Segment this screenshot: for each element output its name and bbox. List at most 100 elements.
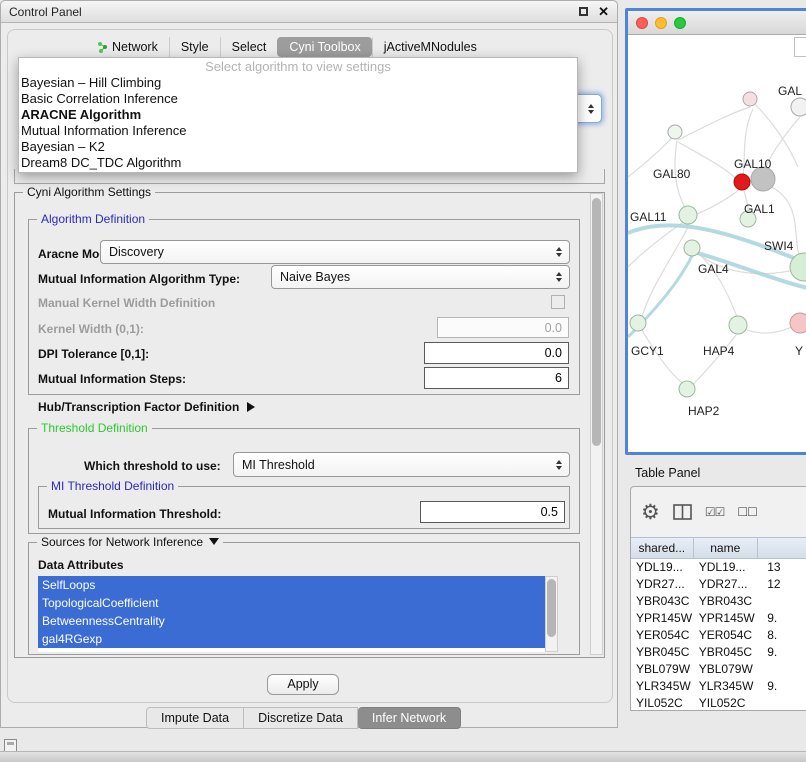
table-row[interactable]: YBR043C YBR043C (631, 593, 806, 610)
cell (758, 661, 806, 678)
columns-icon[interactable] (673, 504, 692, 520)
tab-cyni-toolbox[interactable]: Cyni Toolbox (277, 37, 371, 57)
table-row[interactable]: YPR145W YPR145W 9. (631, 610, 806, 627)
which-threshold-label: Which threshold to use: (84, 459, 221, 473)
cell: YBL079W (631, 661, 694, 678)
aracne-mode-combobox[interactable]: Discovery (100, 240, 570, 264)
minimize-traffic-light-icon[interactable] (655, 17, 667, 29)
float-window-icon[interactable] (579, 7, 588, 16)
mi-type-combobox[interactable]: Naive Bayes (271, 265, 570, 289)
column-header[interactable]: shared... (631, 538, 694, 558)
list-item[interactable]: SelfLoops (38, 576, 545, 594)
node-label: GCY1 (631, 344, 664, 358)
kernel-width-field[interactable] (437, 317, 569, 338)
close-icon[interactable]: ✕ (598, 4, 609, 20)
network-node-gcy1[interactable] (630, 315, 646, 331)
combo-arrows-icon (556, 272, 562, 282)
unchecked-boxes-icon[interactable]: ☐☐ (737, 505, 757, 519)
node-label: Y (795, 344, 803, 358)
settings-scrollbar[interactable] (590, 193, 603, 655)
combo-value: MI Threshold (242, 458, 315, 472)
column-header[interactable]: name (694, 538, 758, 558)
tab-label: Style (181, 40, 209, 54)
table-row[interactable]: YDL19... YDL19... 13 (631, 559, 806, 576)
cell: YBR043C (631, 593, 694, 610)
attributes-scrollbar-thumb[interactable] (547, 579, 556, 637)
apply-button[interactable]: Apply (267, 674, 339, 695)
list-item[interactable]: BetweennessCentrality (38, 612, 545, 630)
mi-steps-field[interactable] (424, 367, 569, 389)
tab-select[interactable]: Select (220, 37, 278, 57)
cell: YER054C (631, 627, 694, 644)
tab-network[interactable]: Network (86, 37, 169, 57)
node-label: GAL80 (653, 167, 691, 181)
cell: YDL19... (694, 559, 759, 576)
tab-jactivemnodules[interactable]: jActiveMNodules (372, 37, 488, 57)
cell: YER054C (694, 627, 759, 644)
dropdown-item[interactable]: Dream8 DC_TDC Algorithm (19, 155, 577, 171)
network-node[interactable] (743, 92, 757, 106)
table-row[interactable]: YBL079W YBL079W (631, 661, 806, 678)
cell: YBL079W (694, 661, 759, 678)
tab-label: Select (232, 40, 267, 54)
network-view-window: GAL GAL80 GAL10 GAL11 GAL1 SWI4 GAL4 GCY… (625, 8, 806, 455)
checked-boxes-icon[interactable]: ☑☑ (705, 505, 725, 519)
network-node[interactable] (668, 125, 682, 139)
control-panel-titlebar: Control Panel ✕ (1, 1, 617, 23)
list-item[interactable]: TopologicalCoefficient (38, 594, 545, 612)
bottom-tabs: Impute Data Discretize Data Infer Networ… (146, 707, 461, 729)
attributes-scrollbar[interactable] (545, 576, 558, 652)
gear-icon[interactable]: ⚙ (641, 500, 660, 524)
dropdown-item[interactable]: Bayesian – K2 (19, 139, 577, 155)
network-node-hap4[interactable] (729, 316, 747, 334)
network-node-gal11[interactable] (679, 206, 697, 224)
cell: YLR345W (631, 678, 694, 695)
group-title: Sources for Network Inference (41, 535, 203, 549)
status-bar (0, 751, 806, 762)
network-node-gal4[interactable] (684, 240, 700, 256)
tab-infer-network[interactable]: Infer Network (358, 707, 461, 729)
table-row[interactable]: YIL052C YIL052C (631, 695, 806, 711)
dropdown-item[interactable]: Basic Correlation Inference (19, 91, 577, 107)
network-canvas[interactable]: GAL GAL80 GAL10 GAL11 GAL1 SWI4 GAL4 GCY… (628, 35, 806, 455)
node-label: GAL11 (630, 210, 667, 224)
sources-group-toggle[interactable]: Sources for Network Inference (37, 535, 223, 549)
dropdown-item-highlighted[interactable]: ARACNE Algorithm (19, 107, 577, 123)
group-title: Algorithm Definition (37, 212, 149, 226)
cell: 8. (758, 627, 806, 644)
hub-section-toggle[interactable]: Hub/Transcription Factor Definition (38, 400, 255, 414)
network-node[interactable] (791, 98, 806, 116)
table-row[interactable]: YLR345W YLR345W 9. (631, 678, 806, 695)
table-row[interactable]: YBR045C YBR045C 9. (631, 644, 806, 661)
list-item[interactable]: gal4RGexp (38, 630, 545, 648)
table-body: YDL19... YDL19... 13 YDR27... YDR27... 1… (631, 559, 806, 711)
node-table: shared... name YDL19... YDL19... 13 YDR2… (631, 537, 806, 711)
zoom-traffic-light-icon[interactable] (674, 17, 686, 29)
dropdown-item[interactable]: Bayesian – Hill Climbing (19, 75, 577, 91)
mi-threshold-field[interactable] (420, 501, 565, 523)
which-threshold-combobox[interactable]: MI Threshold (233, 452, 570, 477)
dropdown-item[interactable]: Mutual Information Inference (19, 123, 577, 139)
cell (758, 593, 806, 610)
control-panel-tabs: Network Style Select Cyni Toolbox jActiv… (86, 36, 488, 57)
tab-style[interactable]: Style (169, 37, 220, 57)
close-traffic-light-icon[interactable] (636, 17, 648, 29)
tab-impute-data[interactable]: Impute Data (146, 707, 244, 729)
manual-kernel-label: Manual Kernel Width Definition (38, 296, 215, 310)
mi-type-label: Mutual Information Algorithm Type: (38, 272, 240, 286)
tab-discretize-data[interactable]: Discretize Data (244, 707, 358, 729)
cell: YDL19... (631, 559, 694, 576)
table-row[interactable]: YDR27... YDR27... 12 (631, 576, 806, 593)
table-row[interactable]: YER054C YER054C 8. (631, 627, 806, 644)
column-header[interactable] (758, 538, 806, 558)
combo-arrows-icon (588, 104, 594, 114)
manual-kernel-checkbox[interactable] (551, 295, 565, 309)
dpi-tolerance-field[interactable] (424, 342, 569, 364)
network-node-hap2[interactable] (679, 381, 695, 397)
network-node-pink[interactable] (790, 313, 806, 333)
network-node-red[interactable] (734, 174, 750, 190)
cell (758, 695, 806, 711)
cell: YIL052C (631, 695, 694, 711)
cell: YBR045C (694, 644, 759, 661)
settings-scrollbar-thumb[interactable] (592, 198, 601, 446)
